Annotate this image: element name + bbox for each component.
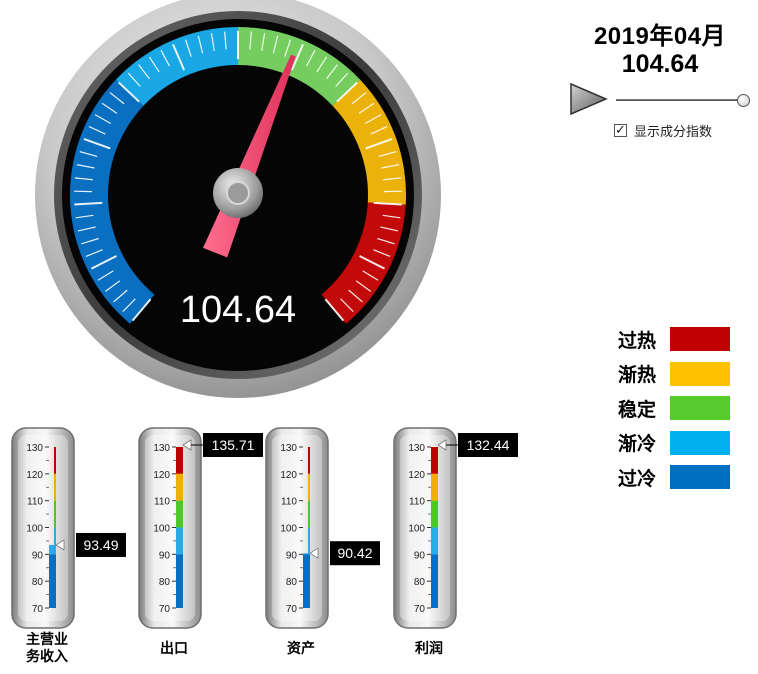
thermometer-label-assets: 资产: [287, 640, 315, 656]
thermometer-0: 130 120 110 100 90 80 70 93.49: [11, 427, 126, 629]
component-thermometers: 130 120 110 100 90 80 70 93.49 130 120 110 100 90 80 7…: [11, 427, 518, 629]
thermometer-label-line: 务收入: [26, 648, 68, 664]
thermometer-zone: [431, 500, 438, 528]
speedometer-gauge: 104.64: [35, 0, 441, 398]
thermometer-tick-label: 90: [32, 550, 44, 561]
legend-swatch: [670, 465, 730, 490]
legend-label: 过冷: [618, 468, 657, 490]
thermometer-tick-label: 120: [408, 470, 425, 481]
thermometer-3: 130 120 110 100 90 80 70 132.44: [393, 427, 518, 629]
thermometer-value: 132.44: [467, 437, 510, 453]
thermometer-zone-indicator: [308, 527, 310, 554]
thermometer-tick-label: 120: [280, 470, 297, 481]
thermometer-1: 130 120 110 100 90 80 70 135.71: [138, 427, 263, 629]
thermometer-tick-label: 70: [32, 604, 44, 615]
thermometer-tick-label: 130: [408, 443, 425, 454]
thermometer-tick-label: 110: [409, 497, 425, 508]
thermometer-tick-label: 120: [153, 470, 170, 481]
thermometer-tick-label: 120: [26, 470, 43, 481]
thermometer-label-line: 主营业: [26, 631, 68, 647]
thermometer-value: 135.71: [212, 437, 255, 453]
thermometer-zone-indicator: [54, 500, 56, 528]
legend-label: 渐热: [618, 365, 657, 387]
thermometer-zone: [431, 473, 438, 501]
thermometer-zone: [176, 473, 183, 501]
legend-swatch: [670, 430, 730, 455]
thermometer-tick-label: 110: [154, 497, 170, 508]
thermometer-label-main-revenue: 主营业 务收入: [12, 631, 82, 665]
gauge-hub-cap: [226, 181, 250, 205]
thermometer-tick-label: 100: [26, 524, 43, 535]
thermometer-zone: [431, 554, 438, 608]
thermometer-label-profit: 利润: [415, 640, 443, 656]
thermometer-tick-label: 90: [286, 550, 298, 561]
thermometer-tick-label: 80: [286, 577, 298, 588]
thermometer-value: 90.42: [337, 545, 372, 561]
timeline-slider-track[interactable]: [616, 99, 744, 101]
thermometer-zone: [176, 527, 183, 555]
legend-label: 稳定: [618, 399, 657, 421]
show-component-index-label: 显示成分指数: [634, 124, 713, 139]
play-icon: [570, 82, 608, 116]
thermometer-tick-label: 110: [27, 497, 43, 508]
thermometer-tick-label: 80: [414, 577, 426, 588]
gauge-value-readout: 104.64: [180, 289, 296, 331]
legend-label: 渐冷: [618, 434, 657, 456]
play-button[interactable]: [568, 82, 608, 116]
thermometer-tick-label: 90: [159, 550, 171, 561]
thermometer-tick-label: 100: [280, 524, 297, 535]
thermometer-tick-label: 70: [159, 604, 171, 615]
thermometer-zone: [176, 500, 183, 528]
thermometer-tick-label: 100: [408, 524, 425, 535]
show-component-index-toggle[interactable]: ✓ 显示成分指数: [614, 121, 712, 140]
thermometer-zone: [176, 554, 183, 608]
show-component-index-checkbox[interactable]: ✓: [614, 122, 627, 137]
thermometer-zone-indicator: [54, 473, 56, 501]
status-legend: 过热 渐热 稳定 渐冷 过冷: [618, 322, 730, 495]
checkmark-icon: ✓: [615, 122, 626, 137]
thermometer-tick-label: 110: [281, 497, 297, 508]
legend-swatch: [670, 361, 730, 386]
thermometer-tick-label: 130: [153, 443, 170, 454]
thermometer-zone: [431, 527, 438, 555]
legend-label: 过热: [618, 330, 657, 352]
legend-swatch: [670, 327, 730, 352]
thermometer-tick-label: 80: [159, 577, 171, 588]
legend-item-warming: 渐热: [618, 357, 730, 392]
thermometer-zone-indicator: [308, 500, 310, 528]
legend-item-stable: 稳定: [618, 391, 730, 426]
thermometer-tick-label: 130: [280, 443, 297, 454]
thermometer-zone: [303, 554, 310, 608]
thermometer-value: 93.49: [83, 537, 118, 553]
thermometer-tick-label: 90: [414, 550, 426, 561]
legend-item-cooling: 渐冷: [618, 426, 730, 461]
thermometer-tick-label: 130: [26, 443, 43, 454]
thermometer-tick-label: 70: [286, 604, 298, 615]
legend-item-overheat: 过热: [618, 322, 730, 357]
thermometer-zone: [176, 447, 183, 474]
thermometer-zone: [49, 544, 56, 555]
thermometer-zone: [431, 447, 438, 474]
thermometer-zone: [303, 553, 310, 555]
thermometer-2: 130 120 110 100 90 80 70 90.42: [265, 427, 380, 629]
thermometer-tick-label: 100: [153, 524, 170, 535]
thermometer-zone-indicator: [54, 527, 56, 545]
period-index-value: 104.64: [621, 50, 699, 78]
period-title: 2019年04月: [593, 23, 727, 50]
thermometer-zone-indicator: [308, 447, 310, 474]
thermometer-tick-label: 80: [32, 577, 44, 588]
thermometer-label-export: 出口: [160, 640, 188, 656]
legend-swatch: [670, 396, 730, 421]
thermometer-zone-indicator: [54, 447, 56, 474]
timeline-slider-thumb[interactable]: [737, 94, 750, 107]
thermometer-zone-indicator: [308, 473, 310, 501]
legend-item-overcool: 过冷: [618, 460, 730, 495]
thermometer-zone: [49, 554, 56, 608]
thermometer-tick-label: 70: [414, 604, 426, 615]
